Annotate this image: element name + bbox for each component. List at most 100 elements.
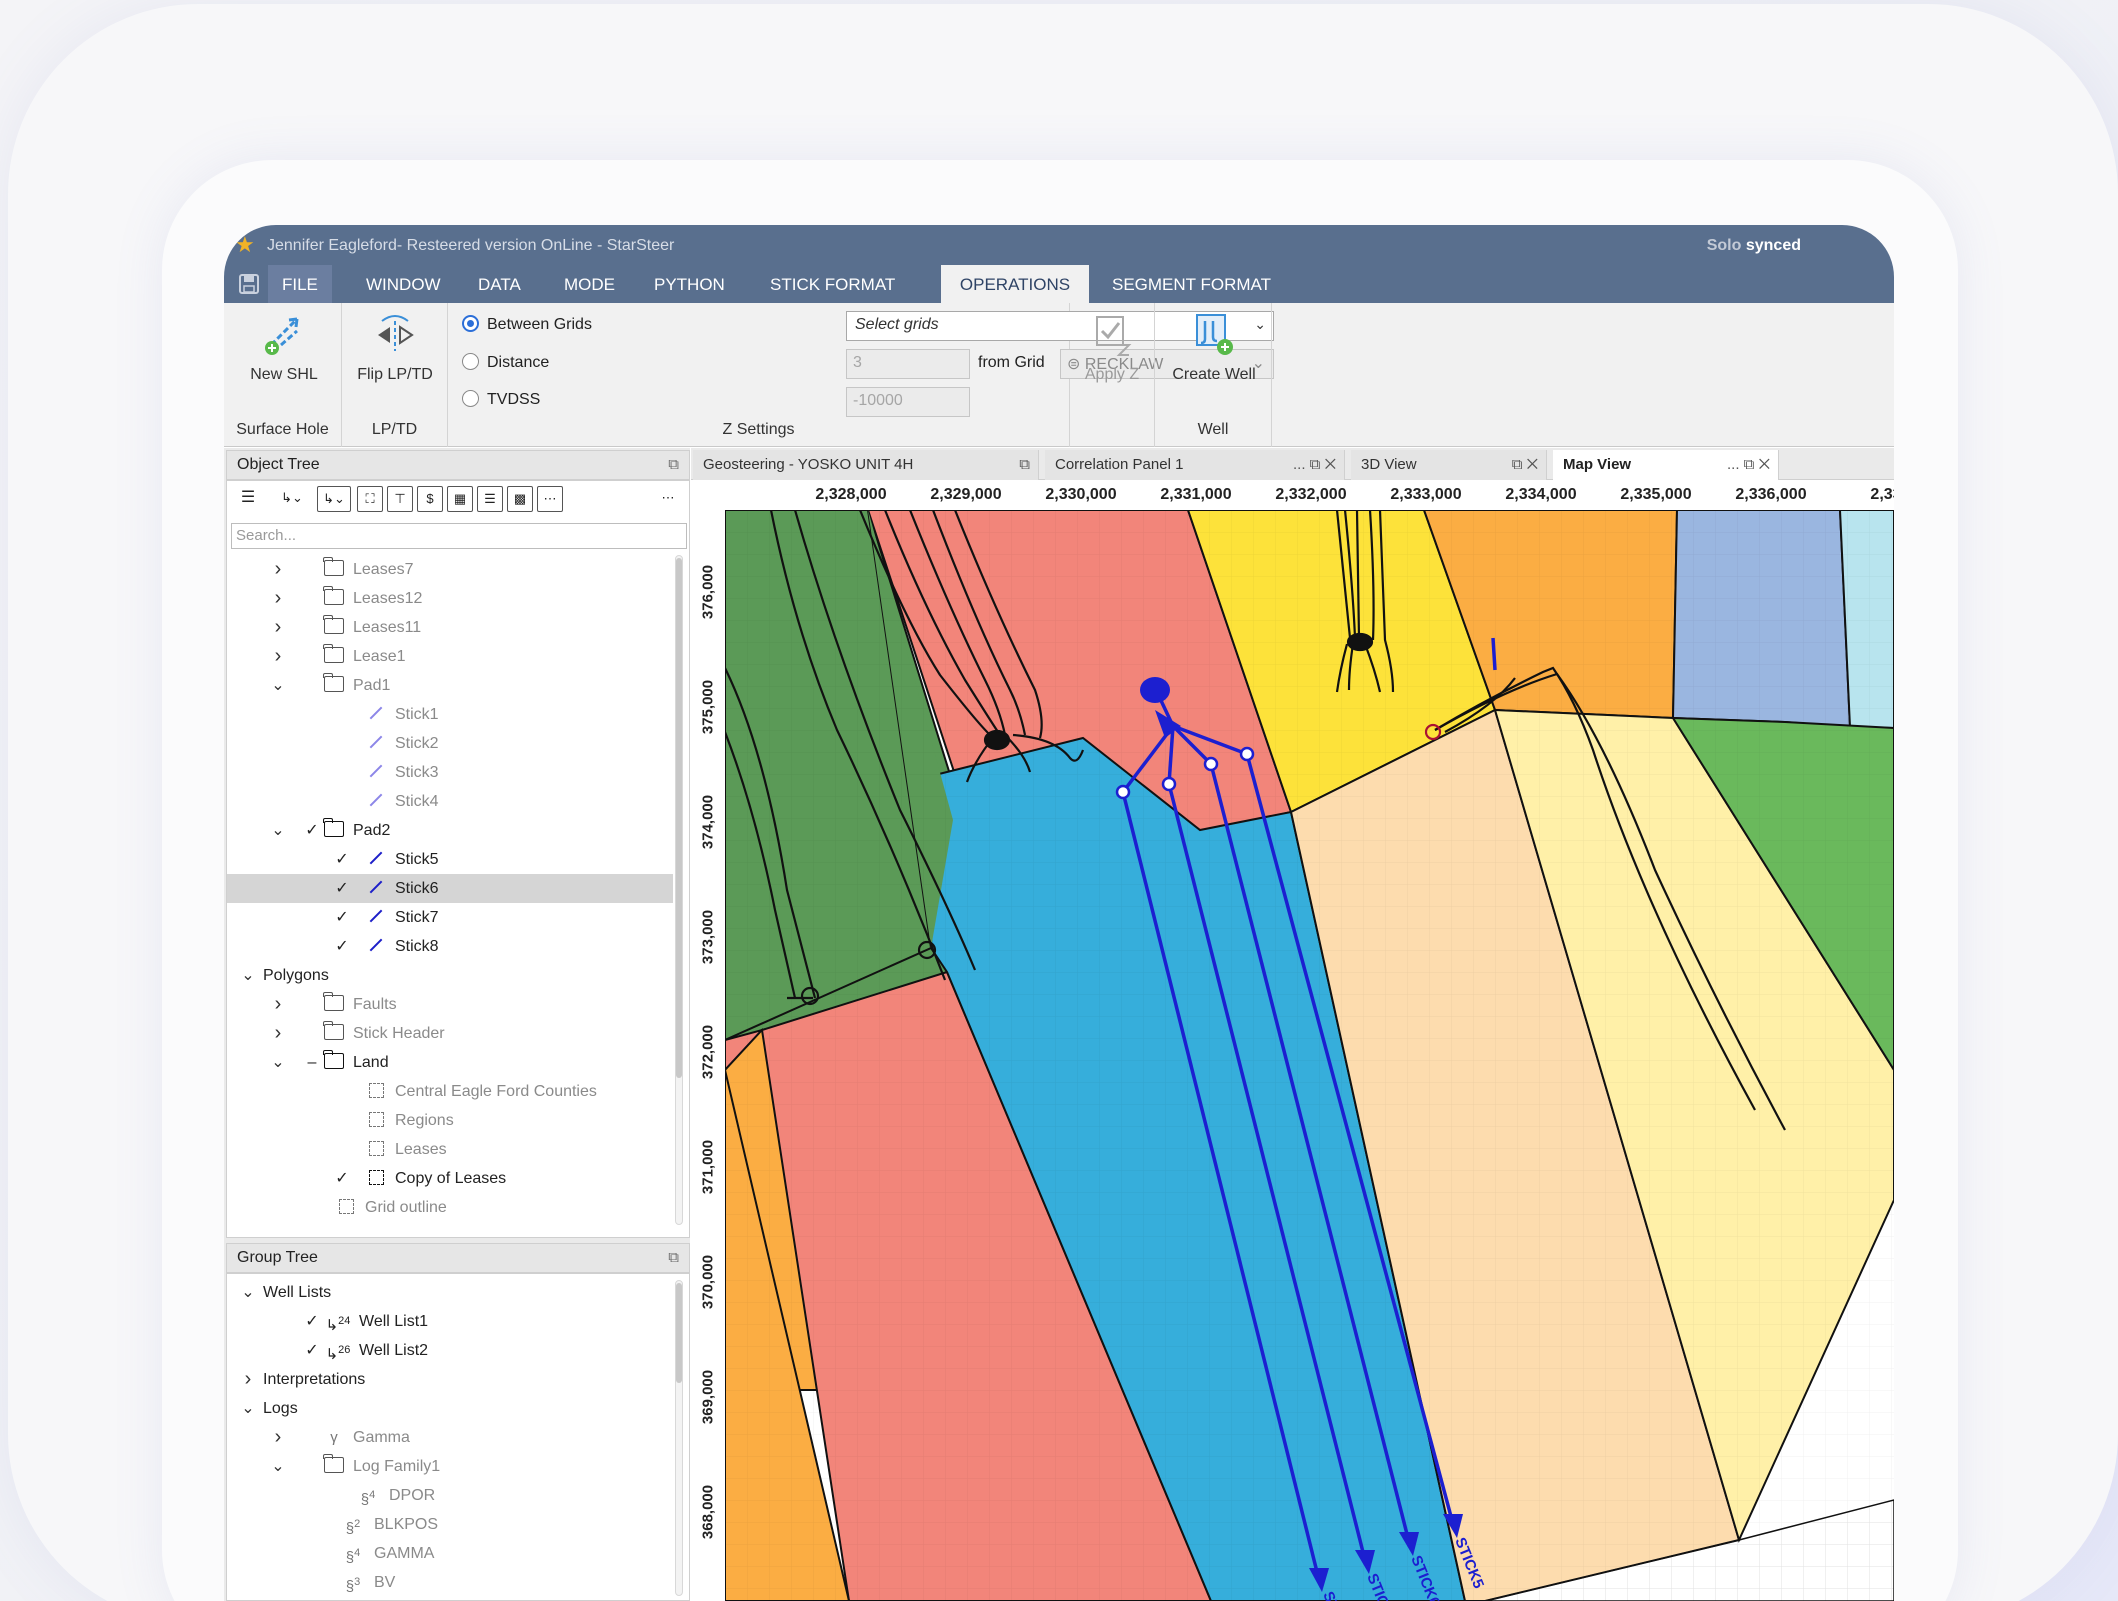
overflow-menu-icon[interactable]: ⋯ bbox=[655, 486, 681, 512]
menu-stick-format[interactable]: STICK FORMAT bbox=[756, 265, 909, 303]
tree-row[interactable]: ⌄ ✓ Pad2 bbox=[227, 816, 673, 845]
visibility-check-icon[interactable]: ✓ bbox=[305, 816, 319, 845]
menu-window[interactable]: WINDOW bbox=[352, 265, 455, 303]
menu-data[interactable]: DATA bbox=[464, 265, 535, 303]
tree-row[interactable]: › Faults bbox=[227, 990, 673, 1019]
polygon-select-icon[interactable]: ⛶ bbox=[357, 486, 383, 512]
tab-controls[interactable]: ⧉ bbox=[1019, 450, 1030, 480]
new-shl-button[interactable]: New SHL bbox=[240, 311, 328, 384]
tab-correlation-panel[interactable]: Correlation Panel 1... ⧉ ✕ bbox=[1045, 450, 1345, 480]
collapse-arrow-icon[interactable]: ⌄ bbox=[271, 1452, 285, 1481]
visibility-check-icon[interactable]: ✓ bbox=[305, 1336, 319, 1365]
tree-row[interactable]: ⌄ Pad1 bbox=[227, 671, 673, 700]
tree-row[interactable]: › Leases11 bbox=[227, 613, 673, 642]
tree-row[interactable]: ⌄ Logs bbox=[227, 1394, 673, 1423]
tree-row[interactable]: › Leases12 bbox=[227, 584, 673, 613]
popout-icon[interactable]: ⧉ bbox=[668, 1244, 679, 1272]
object-tree-search-input[interactable]: Search... bbox=[231, 523, 687, 549]
flip-lptd-button[interactable]: Flip LP/TD bbox=[350, 311, 440, 384]
tree-row[interactable]: ✓ Stick8 bbox=[227, 932, 673, 961]
tab-3d-view[interactable]: 3D View ⧉ ✕ bbox=[1351, 450, 1547, 480]
apply-z-button[interactable]: Apply Z bbox=[1070, 311, 1154, 384]
tree-row[interactable]: Central Eagle Ford Counties bbox=[227, 1077, 673, 1106]
stick-tool-icon[interactable]: ⊤ bbox=[387, 486, 413, 512]
landing-point[interactable] bbox=[1115, 784, 1131, 800]
tree-row[interactable]: ✓ Stick7 bbox=[227, 903, 673, 932]
collapse-arrow-icon[interactable]: ⌄ bbox=[271, 671, 285, 700]
visibility-check-icon[interactable]: ✓ bbox=[305, 1307, 319, 1336]
visibility-check-icon[interactable]: ✓ bbox=[335, 932, 349, 961]
scrollbar-thumb[interactable] bbox=[676, 1283, 682, 1383]
expand-arrow-icon[interactable]: › bbox=[271, 555, 285, 584]
landing-point[interactable] bbox=[1203, 756, 1219, 772]
distance-radio[interactable]: Distance bbox=[462, 353, 549, 372]
filter-icon[interactable]: ☰ bbox=[235, 486, 261, 512]
tree-row[interactable]: Leases bbox=[227, 1135, 673, 1164]
tree-row[interactable]: ⌄ – Land bbox=[227, 1048, 673, 1077]
tree-row[interactable]: ⌄ Log Family1 bbox=[227, 1452, 673, 1481]
tree-row[interactable]: §4 DPOR bbox=[227, 1481, 673, 1510]
tvdss-radio[interactable]: TVDSS bbox=[462, 390, 540, 409]
between-grids-radio[interactable]: Between Grids bbox=[462, 315, 592, 334]
layers-tool-icon[interactable]: ☰ bbox=[477, 486, 503, 512]
visibility-check-icon[interactable]: ✓ bbox=[335, 874, 349, 903]
collapse-arrow-icon[interactable]: ⌄ bbox=[241, 1394, 255, 1423]
scrollbar-thumb[interactable] bbox=[676, 558, 682, 1078]
collapse-arrow-icon[interactable]: ⌄ bbox=[241, 1278, 255, 1307]
expand-arrow-icon[interactable]: › bbox=[271, 990, 285, 1019]
popout-icon[interactable]: ⧉ bbox=[668, 451, 679, 479]
tree-row[interactable]: Stick2 bbox=[227, 729, 673, 758]
collapse-arrow-icon[interactable]: ⌄ bbox=[271, 1048, 285, 1077]
tree-row[interactable]: ✓ Copy of Leases bbox=[227, 1164, 673, 1193]
tree-row[interactable]: §2 BLKPOS bbox=[227, 1510, 673, 1539]
tree-row[interactable]: Stick1 bbox=[227, 700, 673, 729]
tree-row[interactable]: ✓ Stick5 bbox=[227, 845, 673, 874]
tree-row[interactable]: › Stick Header bbox=[227, 1019, 673, 1048]
tab-map-view[interactable]: Map View... ⧉ ✕ bbox=[1553, 450, 1779, 480]
tree-row[interactable]: ⌄ Polygons bbox=[227, 961, 673, 990]
menu-mode[interactable]: MODE bbox=[550, 265, 629, 303]
save-icon[interactable] bbox=[238, 273, 260, 295]
tree-row[interactable]: §3 BV bbox=[227, 1568, 673, 1597]
more-tools-icon[interactable]: ⋯ bbox=[537, 486, 563, 512]
well-branch-icon[interactable]: ↳⌄ bbox=[275, 486, 309, 512]
tree-row[interactable]: Stick4 bbox=[227, 787, 673, 816]
collapse-arrow-icon[interactable]: ⌄ bbox=[241, 961, 255, 990]
expand-arrow-icon[interactable]: › bbox=[271, 1423, 285, 1452]
visibility-check-icon[interactable]: ✓ bbox=[335, 903, 349, 932]
landing-point[interactable] bbox=[1239, 746, 1255, 762]
partial-check-icon[interactable]: – bbox=[305, 1048, 319, 1077]
group-tree-scrollbar[interactable] bbox=[675, 1280, 683, 1596]
menu-python[interactable]: PYTHON bbox=[640, 265, 739, 303]
well-select-icon[interactable]: ↳⌄ bbox=[317, 486, 351, 512]
menu-file[interactable]: FILE bbox=[268, 265, 332, 303]
distance-input[interactable]: 3 bbox=[846, 349, 970, 379]
menu-segment-format[interactable]: SEGMENT FORMAT bbox=[1098, 265, 1285, 303]
tree-row[interactable]: ✓ ↳24 Well List1 bbox=[227, 1307, 673, 1336]
expand-arrow-icon[interactable]: › bbox=[271, 642, 285, 671]
tree-row[interactable]: › Interpretations bbox=[227, 1365, 673, 1394]
expand-arrow-icon[interactable]: › bbox=[271, 613, 285, 642]
map-view[interactable]: 2,328,000 2,329,000 2,330,000 2,331,000 2,33… bbox=[691, 480, 1894, 1601]
visibility-check-icon[interactable]: ✓ bbox=[335, 1164, 349, 1193]
tree-row[interactable]: Regions bbox=[227, 1106, 673, 1135]
tab-controls[interactable]: ... ⧉ ✕ bbox=[1727, 450, 1770, 480]
object-tree-scrollbar[interactable] bbox=[675, 555, 683, 1225]
tree-row[interactable]: ✓ Stick6 bbox=[227, 874, 673, 903]
expand-arrow-icon[interactable]: › bbox=[271, 584, 285, 613]
log-tool-icon[interactable]: $ bbox=[417, 486, 443, 512]
tree-row[interactable]: §4 GAMMA bbox=[227, 1539, 673, 1568]
tab-controls[interactable]: ... ⧉ ✕ bbox=[1293, 450, 1336, 480]
tree-row[interactable]: › Leases7 bbox=[227, 555, 673, 584]
tab-geosteering[interactable]: Geosteering - YOSKO UNIT 4H ⧉ bbox=[693, 450, 1039, 480]
tree-row[interactable]: › γ Gamma bbox=[227, 1423, 673, 1452]
tvdss-input[interactable]: -10000 bbox=[846, 387, 970, 417]
tree-row[interactable]: ✓ ↳26 Well List2 bbox=[227, 1336, 673, 1365]
tree-row[interactable]: › Lease1 bbox=[227, 642, 673, 671]
tree-row[interactable]: ⌄ Well Lists bbox=[227, 1278, 673, 1307]
visibility-check-icon[interactable]: ✓ bbox=[335, 845, 349, 874]
grid-tool-icon[interactable]: ▦ bbox=[447, 486, 473, 512]
tree-row[interactable]: Stick3 bbox=[227, 758, 673, 787]
map-canvas[interactable]: STICK8 STICK7 STICK6 STICK5 bbox=[725, 510, 1894, 1601]
tree-row[interactable]: Grid outline bbox=[227, 1193, 673, 1222]
